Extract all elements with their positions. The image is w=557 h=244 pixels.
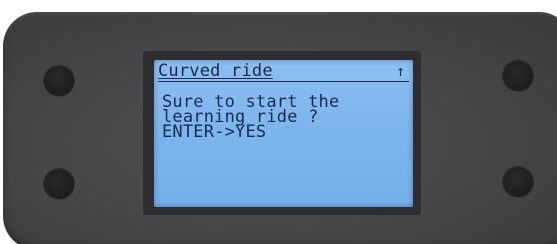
control-panel: Curved ride ↑ Sure to start the learning… <box>0 0 557 244</box>
hardware-button-top-right[interactable] <box>503 61 533 91</box>
lcd-message: Sure to start the learning ride ? ENTER-… <box>162 94 407 142</box>
message-line: ENTER->YES <box>162 122 267 142</box>
hardware-button-bottom-right[interactable] <box>503 167 533 197</box>
menu-title: Curved ride <box>158 61 273 81</box>
lcd-header: Curved ride ↑ <box>158 62 409 82</box>
arrow-up-icon: ↑ <box>395 62 405 80</box>
hardware-button-top-left[interactable] <box>44 66 74 96</box>
lcd-screen: Curved ride ↑ Sure to start the learning… <box>154 60 413 207</box>
hardware-button-bottom-left[interactable] <box>44 169 74 199</box>
